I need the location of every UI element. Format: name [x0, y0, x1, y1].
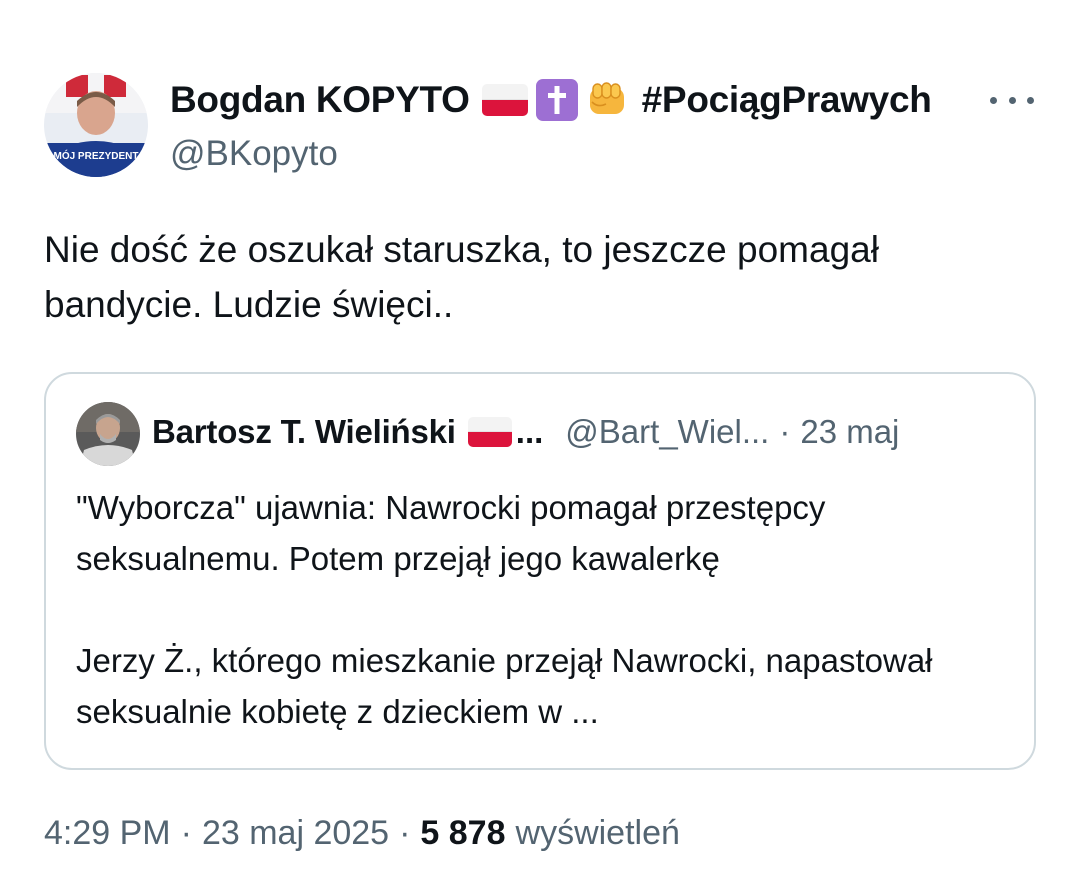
flag-poland-icon: [481, 84, 528, 116]
author-display-name[interactable]: Bogdan KOPYTO: [170, 79, 470, 121]
quoted-author-handle: @Bart_Wiel...: [565, 413, 770, 450]
avatar-image: MÓJ PREZYDENT: [44, 73, 148, 177]
avatar-caption: MÓJ PREZYDENT: [53, 149, 138, 162]
author-handle[interactable]: @BKopyto: [170, 134, 990, 174]
views-count: 5 878: [420, 814, 506, 852]
meta-separator: ·: [180, 814, 192, 852]
tweet-header: Bogdan KOPYTO #PociągPrawych @BKopyto: [170, 76, 990, 174]
flag-poland-icon: [467, 417, 512, 447]
quoted-avatar-image: [76, 402, 140, 466]
author-name-row: Bogdan KOPYTO #PociągPrawych: [170, 76, 990, 124]
meta-separator: ·: [399, 814, 411, 852]
quoted-separator: ·: [779, 413, 791, 450]
latin-cross-icon: [535, 79, 578, 121]
author-avatar[interactable]: MÓJ PREZYDENT: [44, 73, 148, 177]
views-label: wyświetleń: [515, 814, 680, 852]
quoted-header: Bartosz T. Wieliński ... @Bart_Wiel... ·…: [152, 410, 899, 454]
tweet-time[interactable]: 4:29 PM: [44, 814, 171, 853]
oncoming-fist-icon: [584, 78, 628, 123]
tweet-date[interactable]: 23 maj 2025: [202, 814, 389, 853]
tweet-text: Nie dość że oszukał staruszka, to jeszcz…: [44, 229, 879, 325]
quoted-date: 23 maj: [800, 413, 900, 450]
quoted-tweet-text: "Wyborcza" ujawnia: Nawrocki pomagał prz…: [76, 489, 933, 730]
tweet-meta: 4:29 PM · 23 maj 2025 · 5 878 wyświetleń: [44, 814, 680, 853]
quoted-tweet-card[interactable]: Bartosz T. Wieliński ... @Bart_Wiel... ·…: [44, 372, 1036, 770]
more-options-icon[interactable]: [990, 88, 1034, 112]
author-hashtag[interactable]: #PociągPrawych: [642, 79, 932, 121]
quoted-name-ellipsis: ...: [515, 413, 544, 450]
quoted-author-avatar: [76, 402, 140, 466]
quoted-author-name: Bartosz T. Wieliński: [152, 413, 456, 450]
